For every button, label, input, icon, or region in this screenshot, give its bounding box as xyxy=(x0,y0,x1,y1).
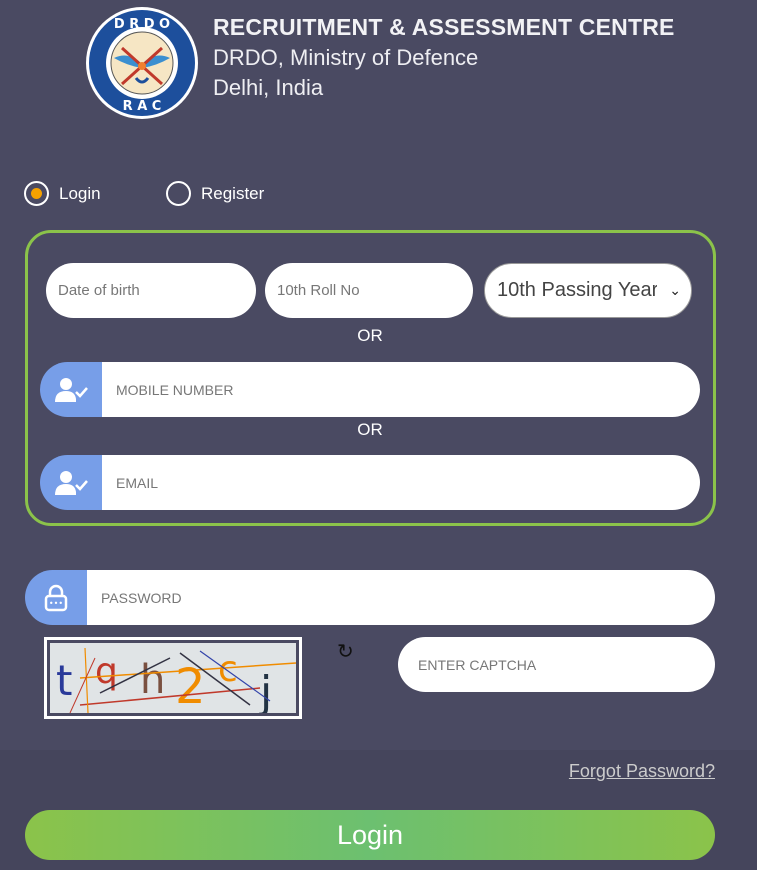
svg-text:R A C: R A C xyxy=(123,99,162,114)
refresh-captcha-icon[interactable]: ↻ xyxy=(337,639,354,663)
email-input-group[interactable]: EMAIL xyxy=(40,455,700,510)
svg-text:D R D O: D R D O xyxy=(114,17,170,32)
org-subtitle: DRDO, Ministry of Defence xyxy=(213,45,479,70)
password-input-group[interactable]: ••• PASSWORD xyxy=(25,570,715,625)
radio-register[interactable]: Register xyxy=(166,181,264,206)
radio-selected-icon[interactable] xyxy=(24,181,49,206)
captcha-image: t q h 2 c j xyxy=(44,637,302,719)
radio-login-label: Login xyxy=(59,183,101,203)
svg-text:h: h xyxy=(140,657,165,703)
chevron-down-icon: ⌄ xyxy=(669,282,681,298)
mobile-input[interactable]: MOBILE NUMBER xyxy=(102,362,700,417)
radio-register-label: Register xyxy=(201,183,265,203)
org-title: RECRUITMENT & ASSESSMENT CENTRE xyxy=(213,14,675,40)
svg-text:2: 2 xyxy=(175,659,206,713)
captcha-input[interactable]: ENTER CAPTCHA xyxy=(398,637,715,692)
forgot-password-link[interactable]: Forgot Password? xyxy=(569,761,715,782)
passing-year-select[interactable]: 10th Passing Year ⌄ xyxy=(484,263,692,318)
svg-text:•••: ••• xyxy=(49,599,63,608)
radio-login[interactable]: Login xyxy=(24,181,101,206)
login-button[interactable]: Login xyxy=(25,810,715,860)
roll-number-input[interactable]: 10th Roll No xyxy=(265,263,473,318)
mobile-input-group[interactable]: MOBILE NUMBER xyxy=(40,362,700,417)
svg-text:t: t xyxy=(56,656,72,705)
email-input[interactable]: EMAIL xyxy=(102,455,700,510)
dob-input[interactable]: Date of birth xyxy=(46,263,256,318)
lock-icon: ••• xyxy=(25,570,87,625)
passing-year-value: 10th Passing Year xyxy=(497,279,657,301)
or-separator: OR xyxy=(357,420,383,439)
user-check-icon xyxy=(40,455,102,510)
or-separator: OR xyxy=(357,326,383,345)
drdo-logo: D R D O R A C xyxy=(86,7,198,119)
password-input[interactable]: PASSWORD xyxy=(87,570,715,625)
user-check-icon xyxy=(40,362,102,417)
org-location: Delhi, India xyxy=(213,75,324,100)
svg-text:j: j xyxy=(259,667,272,713)
radio-unselected-icon[interactable] xyxy=(166,181,191,206)
